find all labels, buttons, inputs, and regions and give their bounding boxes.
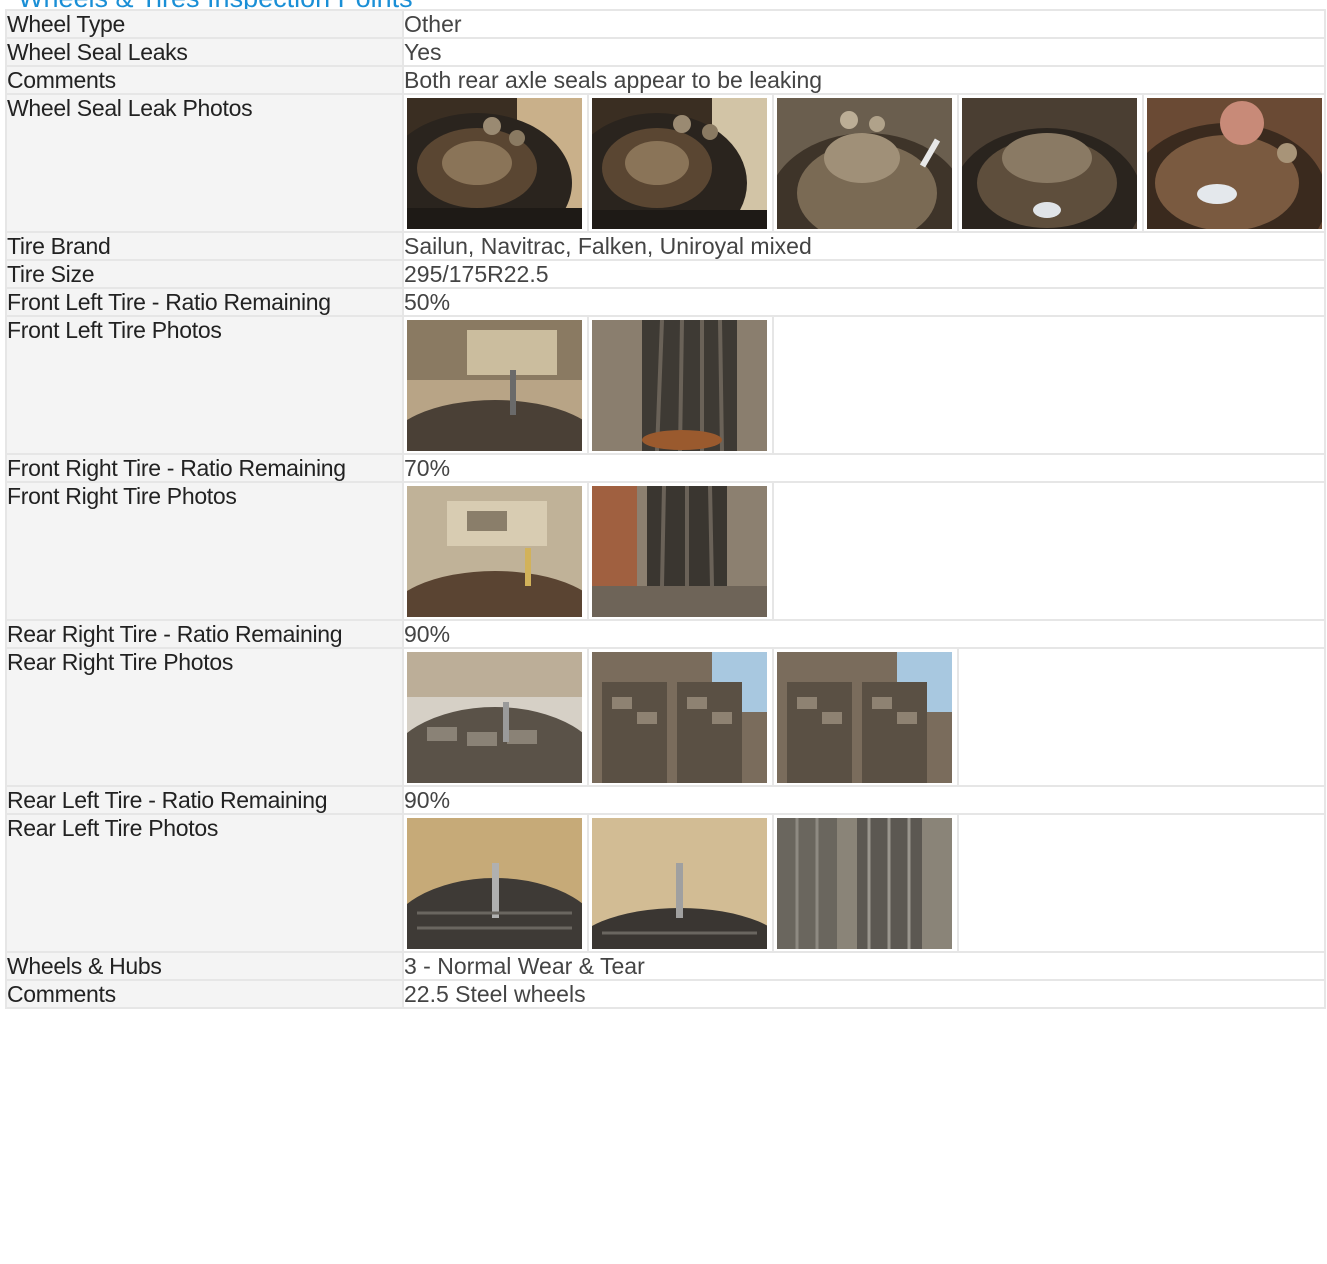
photo-thumbnail[interactable] [589, 815, 774, 951]
rear-left-photo-2 [592, 818, 767, 949]
row-label-wheel-type: Wheel Type [5, 9, 404, 39]
table-row: Front Left Tire Photos [5, 315, 1326, 455]
table-row: Tire Brand Sailun, Navitrac, Falken, Uni… [5, 231, 1326, 261]
table-row: Rear Left Tire - Ratio Remaining 90% [5, 785, 1326, 815]
wheel-seal-photo-2 [592, 98, 767, 229]
rear-left-photo-3 [777, 818, 952, 949]
table-row: Wheel Type Other [5, 9, 1326, 39]
table-row: Front Left Tire - Ratio Remaining 50% [5, 287, 1326, 317]
rear-right-photo-1 [407, 652, 582, 783]
row-label-rear-left-ratio: Rear Left Tire - Ratio Remaining [5, 785, 404, 815]
photo-thumbnail[interactable] [589, 649, 774, 785]
row-value-wheel-seal-leaks: Yes [402, 37, 1326, 67]
photo-thumbnail[interactable] [404, 815, 589, 951]
table-row: Comments Both rear axle seals appear to … [5, 65, 1326, 95]
photo-gallery [402, 315, 1326, 455]
front-right-photo-2 [592, 486, 767, 617]
photo-thumbnail[interactable] [589, 95, 774, 231]
photo-gallery [402, 813, 1326, 953]
photo-thumbnail[interactable] [1144, 95, 1327, 231]
row-value-rear-left-ratio: 90% [402, 785, 1326, 815]
row-value-front-left-ratio: 50% [402, 287, 1326, 317]
table-row: Rear Left Tire Photos [5, 813, 1326, 953]
wheel-seal-photo-4 [962, 98, 1137, 229]
table-row: Wheel Seal Leak Photos [5, 93, 1327, 233]
photo-thumbnail[interactable] [774, 649, 959, 785]
row-label-rear-left-photos: Rear Left Tire Photos [5, 813, 404, 953]
row-value-wheel-type: Other [402, 9, 1326, 39]
photo-thumbnail[interactable] [774, 815, 959, 951]
row-label-wheels-hubs: Wheels & Hubs [5, 951, 404, 981]
row-label-comments-2: Comments [5, 979, 404, 1009]
wheel-seal-photo-5 [1147, 98, 1322, 229]
photo-thumbnail[interactable] [589, 317, 774, 453]
photo-thumbnail[interactable] [404, 483, 589, 619]
wheel-seal-photo-3 [777, 98, 952, 229]
inspection-page: Wheels & Tires Inspection Points Wheel T… [0, 0, 1327, 1264]
photo-gallery [402, 93, 1327, 233]
photo-gallery [402, 481, 1326, 621]
photo-thumbnail[interactable] [589, 483, 774, 619]
wheel-seal-photo-1 [407, 98, 582, 229]
rear-left-photo-1 [407, 818, 582, 949]
photo-thumbnail[interactable] [404, 317, 589, 453]
row-value-wheels-hubs: 3 - Normal Wear & Tear [402, 951, 1326, 981]
table-row: Comments 22.5 Steel wheels [5, 979, 1326, 1009]
table-row: Front Right Tire - Ratio Remaining 70% [5, 453, 1326, 483]
row-label-wheel-seal-leaks: Wheel Seal Leaks [5, 37, 404, 67]
photo-thumbnail[interactable] [959, 95, 1144, 231]
row-label-tire-brand: Tire Brand [5, 231, 404, 261]
table-row: Wheels & Hubs 3 - Normal Wear & Tear [5, 951, 1326, 981]
row-value-front-right-ratio: 70% [402, 453, 1326, 483]
row-value-comments: Both rear axle seals appear to be leakin… [402, 65, 1326, 95]
row-value-tire-size: 295/175R22.5 [402, 259, 1326, 289]
row-label-front-right-photos: Front Right Tire Photos [5, 481, 404, 621]
front-right-photo-1 [407, 486, 582, 617]
inspection-table: Wheel Type Other Wheel Seal Leaks Yes Co… [5, 9, 1326, 1009]
photo-thumbnail[interactable] [404, 649, 589, 785]
table-row: Tire Size 295/175R22.5 [5, 259, 1326, 289]
front-left-photo-2 [592, 320, 767, 451]
row-label-tire-size: Tire Size [5, 259, 404, 289]
table-row: Rear Right Tire Photos [5, 647, 1326, 787]
rear-right-photo-2 [592, 652, 767, 783]
row-label-wheel-seal-leak-photos: Wheel Seal Leak Photos [5, 93, 404, 233]
front-left-photo-1 [407, 320, 582, 451]
row-label-rear-right-ratio: Rear Right Tire - Ratio Remaining [5, 619, 404, 649]
table-row: Front Right Tire Photos [5, 481, 1326, 621]
row-label-front-left-photos: Front Left Tire Photos [5, 315, 404, 455]
rear-right-photo-3 [777, 652, 952, 783]
photo-thumbnail[interactable] [404, 95, 589, 231]
row-label-front-right-ratio: Front Right Tire - Ratio Remaining [5, 453, 404, 483]
row-value-tire-brand: Sailun, Navitrac, Falken, Uniroyal mixed [402, 231, 1326, 261]
table-row: Rear Right Tire - Ratio Remaining 90% [5, 619, 1326, 649]
row-value-comments-2: 22.5 Steel wheels [402, 979, 1326, 1009]
row-label-comments: Comments [5, 65, 404, 95]
row-label-rear-right-photos: Rear Right Tire Photos [5, 647, 404, 787]
row-value-rear-right-ratio: 90% [402, 619, 1326, 649]
photo-gallery [402, 647, 1326, 787]
row-label-front-left-ratio: Front Left Tire - Ratio Remaining [5, 287, 404, 317]
table-row: Wheel Seal Leaks Yes [5, 37, 1326, 67]
photo-thumbnail[interactable] [774, 95, 959, 231]
